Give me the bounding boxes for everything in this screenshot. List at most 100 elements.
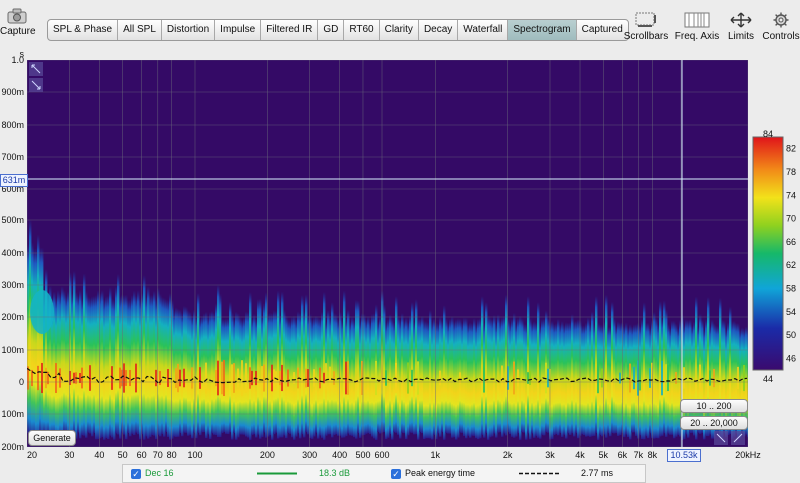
generate-button[interactable]: Generate — [28, 430, 76, 446]
range-10-200-button[interactable]: 10 .. 200 — [680, 399, 748, 413]
y-tick-label: 100m — [1, 409, 24, 419]
peak-energy-checkbox[interactable]: ✓ — [391, 468, 401, 479]
x-tick-label: 30 — [64, 450, 74, 460]
x-tick-label: 40 — [94, 450, 104, 460]
cursor-time-readout: 631m — [0, 174, 28, 187]
x-tick-label: 20kHz — [735, 450, 761, 460]
color-scale-bar — [752, 136, 784, 371]
zoom-out-top-icon[interactable] — [29, 78, 43, 92]
tab-captured[interactable]: Captured — [577, 20, 628, 40]
x-tick-label: 8k — [648, 450, 658, 460]
color-scale-label: 46 — [786, 353, 796, 363]
measurement-name: Dec 16 — [145, 468, 174, 478]
tab-gd[interactable]: GD — [318, 20, 345, 40]
color-scale: 84 82 78 74 70 66 62 58 54 50 46 44 — [752, 129, 796, 384]
x-axis: 20 30 40 50 60 70 80 100 200 300 400 500 600 1k 2k 3k 4k… — [27, 450, 761, 460]
measurement-value: 18.3 dB — [319, 468, 351, 478]
color-scale-label: 66 — [786, 237, 796, 247]
measurement-toggle[interactable]: ✓ Dec 16 — [131, 467, 174, 479]
tab-rt60[interactable]: RT60 — [344, 20, 380, 40]
peak-energy-label: Peak energy time — [405, 468, 476, 478]
y-tick-label: 700m — [1, 152, 24, 162]
measurement-checkbox[interactable]: ✓ — [131, 468, 141, 479]
scrollbars-label: Scrollbars — [623, 31, 669, 42]
x-tick-label: 6k — [618, 450, 628, 460]
x-tick-label: 200 — [260, 450, 275, 460]
toolbar: Capture SPL & Phase All SPL Distortion Impu… — [0, 0, 800, 50]
color-scale-label: 62 — [786, 260, 796, 270]
y-tick-label: 400m — [1, 248, 24, 258]
tab-distortion[interactable]: Distortion — [162, 20, 216, 40]
y-tick-label: 200m — [1, 312, 24, 322]
x-tick-label: 7k — [634, 450, 644, 460]
legend-bar: ✓ Dec 16 18.3 dB ✓ Peak energy time 2.77 m… — [122, 464, 646, 483]
color-scale-label: 54 — [786, 307, 796, 317]
tab-decay[interactable]: Decay — [419, 20, 459, 40]
color-scale-label: 58 — [786, 283, 796, 293]
y-tick-label: 900m — [1, 87, 24, 97]
tab-filtered-ir[interactable]: Filtered IR — [261, 20, 319, 40]
peak-line-sample — [519, 472, 559, 475]
zoom-in-bottom-icon[interactable] — [714, 431, 728, 445]
y-tick-label: 500m — [1, 215, 24, 225]
x-tick-label: 5k — [599, 450, 609, 460]
x-tick-label: 500 — [355, 450, 370, 460]
x-tick-label: 70 — [153, 450, 163, 460]
tab-all-spl[interactable]: All SPL — [118, 20, 162, 40]
measurement-line-sample — [257, 472, 297, 475]
capture-label: Capture — [0, 26, 36, 37]
range-20-20000-button[interactable]: 20 .. 20,000 — [680, 416, 748, 430]
controls-button[interactable]: Controls — [762, 12, 800, 42]
x-tick-label: 600 — [374, 450, 389, 460]
x-tick-label: 60 — [137, 450, 147, 460]
tab-clarity[interactable]: Clarity — [380, 20, 419, 40]
color-scale-label: 74 — [786, 190, 796, 200]
tab-impulse[interactable]: Impulse — [215, 20, 262, 40]
camera-icon — [7, 8, 27, 24]
color-scale-label: 78 — [786, 167, 796, 177]
peak-energy-value: 2.77 ms — [581, 468, 614, 478]
zoom-in-top-icon[interactable] — [29, 62, 43, 76]
limits-label: Limits — [727, 31, 755, 42]
y-tick-label: 0 — [19, 377, 24, 387]
y-tick-label: 100m — [1, 345, 24, 355]
x-tick-label: 3k — [545, 450, 555, 460]
x-tick-label: 4k — [575, 450, 585, 460]
x-tick-label: 50 — [118, 450, 128, 460]
scrollbars-icon — [635, 12, 656, 27]
view-tab-bar: SPL & Phase All SPL Distortion Impulse Filte… — [47, 19, 629, 41]
controls-label: Controls — [762, 31, 800, 42]
low-frequency-blob — [30, 290, 54, 334]
color-scale-label: 70 — [786, 214, 796, 224]
tab-spl-phase[interactable]: SPL & Phase — [48, 20, 119, 40]
x-tick-label: 2k — [503, 450, 513, 460]
color-scale-label: 44 — [763, 374, 773, 384]
y-unit-label: s — [20, 50, 25, 59]
x-tick-label: 20 — [27, 450, 37, 460]
controls-icon — [773, 12, 789, 28]
y-tick-label: 200m — [1, 442, 24, 452]
zoom-out-bottom-icon[interactable] — [731, 431, 745, 445]
color-scale-label: 50 — [786, 330, 796, 340]
x-tick-label: 100 — [187, 450, 202, 460]
tab-spectrogram[interactable]: Spectrogram — [508, 20, 577, 40]
limits-button[interactable]: Limits — [724, 12, 758, 42]
freq-axis-button[interactable]: Freq. Axis — [672, 12, 722, 42]
scrollbars-button[interactable]: Scrollbars — [622, 12, 670, 42]
color-scale-label: 84 — [763, 129, 773, 139]
color-scale-label: 82 — [786, 144, 796, 154]
x-tick-label: 300 — [302, 450, 317, 460]
tab-waterfall[interactable]: Waterfall — [458, 20, 509, 40]
cursor-frequency-readout: 10.53k — [667, 449, 701, 462]
capture-button[interactable]: Capture — [0, 8, 36, 37]
y-tick-label: 300m — [1, 280, 24, 290]
y-axis: 1.0900m800m700m600m500m400m300m200m100m0… — [1, 50, 24, 452]
x-tick-label: 80 — [167, 450, 177, 460]
x-tick-label: 400 — [332, 450, 347, 460]
peak-energy-toggle[interactable]: ✓ Peak energy time — [391, 467, 475, 479]
x-tick-label: 1k — [431, 450, 441, 460]
y-tick-label: 800m — [1, 120, 24, 130]
freq-axis-icon — [684, 12, 710, 28]
limits-icon — [730, 12, 752, 28]
freq-axis-label: Freq. Axis — [674, 31, 720, 42]
